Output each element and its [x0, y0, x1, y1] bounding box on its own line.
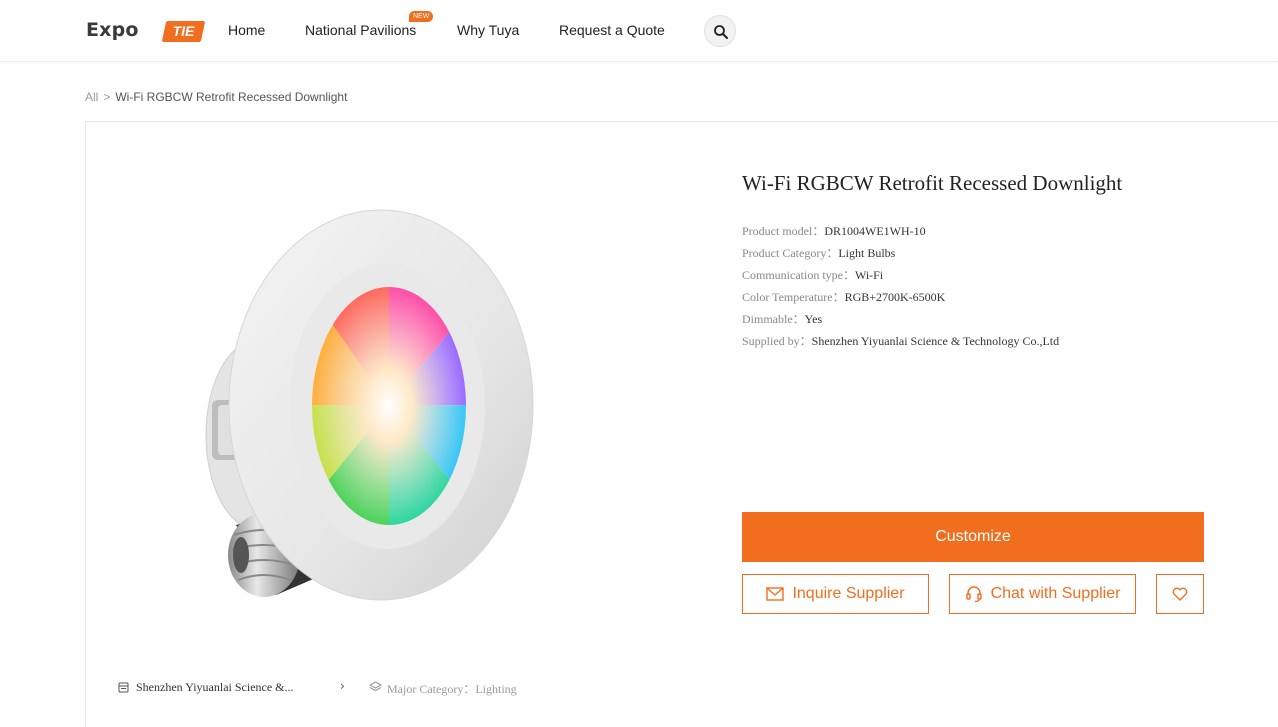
spec-label: Dimmable： — [742, 312, 805, 326]
spec-color-temperature: Color Temperature：RGB+2700K-6500K — [742, 288, 1059, 310]
chat-with-supplier-button[interactable]: Chat with Supplier — [949, 574, 1136, 614]
favorite-button[interactable] — [1156, 574, 1204, 614]
spec-dimmable: Dimmable：Yes — [742, 310, 1059, 332]
tie-logo[interactable]: TIE — [161, 21, 206, 42]
nav-national-pavilions[interactable]: National Pavilions — [305, 22, 416, 38]
search-button[interactable] — [704, 15, 736, 47]
headset-icon — [965, 586, 982, 603]
spec-value: Wi-Fi — [855, 268, 884, 282]
spec-label: Supplied by： — [742, 334, 812, 348]
product-image[interactable] — [196, 205, 536, 605]
product-title: Wi-Fi RGBCW Retrofit Recessed Downlight — [742, 171, 1123, 195]
spec-label: Communication type： — [742, 268, 855, 282]
product-specs: Product model：DR1004WE1WH-10 Product Cat… — [742, 222, 1059, 354]
spec-value: DR1004WE1WH-10 — [824, 224, 926, 238]
spec-label: Product Category： — [742, 246, 839, 260]
breadcrumb-separator: > — [103, 90, 111, 104]
major-category-label: Major Category： — [387, 682, 476, 696]
customize-button[interactable]: Customize — [742, 512, 1204, 562]
nav-home[interactable]: Home — [228, 22, 265, 38]
supplier-link[interactable]: Shenzhen Yiyuanlai Science &... › — [118, 679, 350, 696]
nav-request-quote[interactable]: Request a Quote — [559, 22, 665, 38]
mail-icon — [766, 587, 785, 601]
spec-value: Yes — [804, 312, 823, 326]
spec-label: Color Temperature： — [742, 290, 845, 304]
inquire-supplier-button[interactable]: Inquire Supplier — [742, 574, 929, 614]
spec-product-model: Product model：DR1004WE1WH-10 — [742, 222, 1059, 244]
nav-why-tuya[interactable]: Why Tuya — [457, 22, 519, 38]
heart-icon — [1172, 587, 1188, 601]
spec-supplied-by: Supplied by：Shenzhen Yiyuanlai Science &… — [742, 332, 1059, 354]
spec-value: Shenzhen Yiyuanlai Science & Technology … — [811, 334, 1060, 348]
chat-with-supplier-label: Chat with Supplier — [990, 585, 1121, 602]
layers-icon — [369, 681, 382, 692]
spec-label: Product model： — [742, 224, 825, 238]
spec-value: RGB+2700K-6500K — [844, 290, 946, 304]
top-nav-bar: Expo TIE Home National Pavilions NEW Why… — [0, 0, 1278, 62]
major-category-value: Lighting — [475, 682, 517, 696]
store-icon — [118, 682, 129, 693]
search-icon — [714, 25, 728, 39]
supplier-name: Shenzhen Yiyuanlai Science &... — [136, 680, 294, 694]
breadcrumb: All > Wi-Fi RGBCW Retrofit Recessed Downli… — [85, 90, 347, 104]
breadcrumb-all[interactable]: All — [85, 90, 98, 104]
spec-value: Light Bulbs — [838, 246, 896, 260]
inquire-supplier-label: Inquire Supplier — [792, 585, 905, 602]
spec-product-category: Product Category：Light Bulbs — [742, 244, 1059, 266]
new-badge: NEW — [409, 11, 434, 22]
expo-logo[interactable]: Expo — [86, 19, 139, 41]
breadcrumb-current: Wi-Fi RGBCW Retrofit Recessed Downlight — [115, 90, 348, 104]
chevron-right-icon: › — [340, 679, 345, 693]
spec-communication-type: Communication type：Wi-Fi — [742, 266, 1059, 288]
tie-logo-text: TIE — [172, 23, 195, 39]
